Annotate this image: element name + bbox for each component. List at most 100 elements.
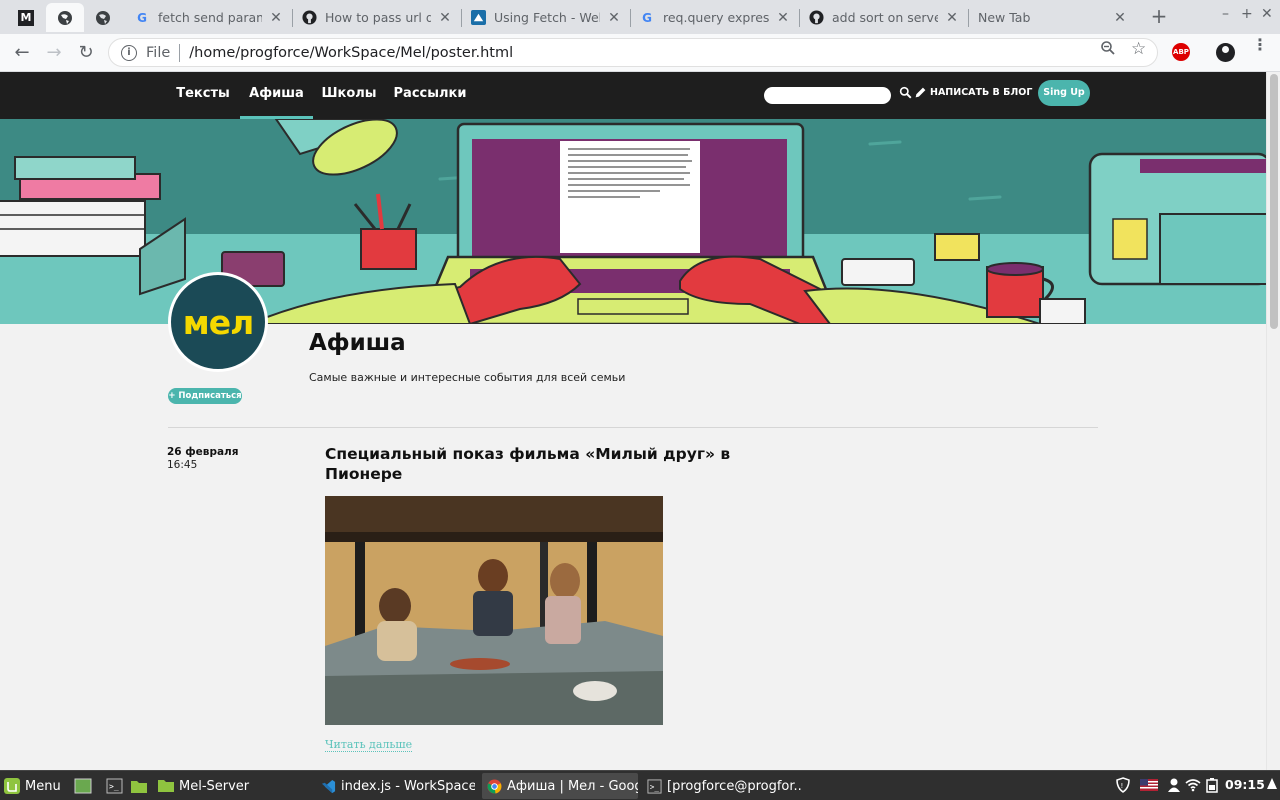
close-window-icon[interactable]: ✕ xyxy=(1261,6,1273,22)
reload-icon[interactable]: ↻ xyxy=(73,41,99,65)
close-tab-icon[interactable]: ✕ xyxy=(606,10,622,26)
taskbar-window-mel-server[interactable]: Mel-Server xyxy=(158,773,313,799)
site-search-input[interactable] xyxy=(764,87,891,104)
tab-title: How to pass url query xyxy=(325,10,431,25)
pencil-icon xyxy=(915,87,926,98)
taskbar-window-terminal[interactable]: >_ [progforce@progfor... xyxy=(646,773,802,799)
google-icon: G xyxy=(137,10,147,25)
tab-title: add sort on server xyxy=(832,10,938,25)
bookmark-star-icon[interactable]: ☆ xyxy=(1131,39,1146,59)
adblock-plus-icon[interactable]: ABP xyxy=(1172,43,1190,61)
forward-arrow-icon[interactable]: → xyxy=(41,41,67,65)
notification-icon[interactable] xyxy=(1266,777,1278,793)
svg-text:!: ! xyxy=(1121,782,1124,790)
window-title: Mel-Server xyxy=(179,778,250,794)
browser-toolbar: ← → ↻ i File /home/progforce/WorkSpace/M… xyxy=(0,34,1280,72)
taskbar-window-vscode[interactable]: index.js - WorkSpace... xyxy=(320,773,475,799)
event-image[interactable] xyxy=(325,496,663,725)
chrome-icon xyxy=(486,778,502,794)
tab-separator xyxy=(968,9,969,27)
info-icon[interactable]: i xyxy=(121,44,137,61)
page-scrollbar[interactable] xyxy=(1266,72,1280,770)
folder-icon xyxy=(158,778,174,794)
scrollbar-thumb[interactable] xyxy=(1270,74,1278,329)
tab-new-tab[interactable]: New Tab ✕ xyxy=(970,3,1136,32)
os-taskbar: Menu >_ Mel-Server index.js - WorkSpace.… xyxy=(0,770,1280,800)
page-viewport: Тексты Афиша Школы Рассылки НАПИСАТЬ В Б… xyxy=(0,72,1266,770)
terminal-icon: >_ xyxy=(646,778,662,794)
nav-afisha[interactable]: Афиша xyxy=(240,72,313,119)
new-tab-icon[interactable]: + xyxy=(1148,6,1170,28)
close-tab-icon[interactable]: ✕ xyxy=(775,10,791,26)
pinned-tab-mel[interactable]: M xyxy=(8,3,44,32)
maximize-icon[interactable]: + xyxy=(1241,6,1253,22)
vscode-icon xyxy=(320,778,336,794)
page-title: Афиша xyxy=(309,330,406,356)
pinned-tab-globe[interactable] xyxy=(85,3,121,32)
event-title[interactable]: Специальный показ фильма «Милый друг» в … xyxy=(325,445,745,484)
read-more-link[interactable]: Читать дальше xyxy=(325,738,413,752)
start-menu-button[interactable]: Menu xyxy=(4,773,66,799)
svg-text:>_: >_ xyxy=(109,782,119,791)
event-time: 16:45 xyxy=(167,459,198,471)
clock[interactable]: 09:15 xyxy=(1225,777,1265,792)
github-icon xyxy=(808,10,824,26)
tab-using-fetch[interactable]: Using Fetch - Web APIs ✕ xyxy=(462,3,630,32)
back-arrow-icon[interactable]: ← xyxy=(9,41,35,65)
write-to-blog-link[interactable]: НАПИСАТЬ В БЛОГ xyxy=(914,86,1032,99)
logo-text: мел xyxy=(182,302,255,342)
show-desktop-icon[interactable] xyxy=(74,773,94,799)
battery-icon[interactable] xyxy=(1204,777,1220,793)
google-icon: G xyxy=(642,10,652,25)
tab-title: New Tab xyxy=(978,10,1031,25)
nav-schools[interactable]: Школы xyxy=(317,72,381,119)
zoom-icon[interactable] xyxy=(1100,40,1116,60)
tab-add-sort[interactable]: add sort on server ✕ xyxy=(800,3,968,32)
globe-icon xyxy=(96,10,110,25)
address-bar[interactable]: i File /home/progforce/WorkSpace/Mel/pos… xyxy=(108,38,1158,67)
github-icon xyxy=(301,10,317,26)
close-tab-icon[interactable]: ✕ xyxy=(437,10,453,26)
address-divider xyxy=(179,43,181,62)
window-title: [progforce@progfor... xyxy=(667,778,802,794)
terminal-launcher-icon[interactable]: >_ xyxy=(106,773,126,799)
profile-avatar-icon[interactable] xyxy=(1216,43,1235,62)
address-scheme: File xyxy=(146,44,171,61)
close-tab-icon[interactable]: ✕ xyxy=(944,10,960,26)
section-divider xyxy=(168,427,1098,428)
tab-req-query-express[interactable]: G req.query express ✕ xyxy=(631,3,799,32)
mel-m-icon: M xyxy=(18,9,34,26)
user-icon[interactable] xyxy=(1166,777,1182,793)
us-flag-keyboard-icon[interactable] xyxy=(1140,777,1158,793)
nav-texts[interactable]: Тексты xyxy=(170,72,236,119)
pinned-tab-active[interactable] xyxy=(46,3,84,32)
nav-newsletters[interactable]: Рассылки xyxy=(390,72,470,119)
start-menu-label: Menu xyxy=(25,778,61,794)
address-url: /home/progforce/WorkSpace/Mel/poster.htm… xyxy=(189,44,514,61)
mel-logo: мел xyxy=(168,272,268,372)
signup-button[interactable]: Sing Up xyxy=(1038,80,1090,106)
tab-title: req.query express xyxy=(663,10,769,25)
wifi-icon[interactable] xyxy=(1185,777,1201,793)
page-description: Самые важные и интересные события для вс… xyxy=(309,371,626,384)
close-tab-icon[interactable]: ✕ xyxy=(1112,10,1128,26)
abp-label: ABP xyxy=(1173,48,1189,56)
tab-fetch-send-params[interactable]: G fetch send params ✕ xyxy=(126,3,292,32)
browser-tab-strip: M G fetch send params ✕ How to pass url … xyxy=(0,0,1280,34)
close-tab-icon[interactable]: ✕ xyxy=(268,10,284,26)
search-icon[interactable] xyxy=(899,86,912,99)
menu-kebab-icon[interactable]: ⋮ xyxy=(1252,37,1268,53)
tab-how-to-pass-url[interactable]: How to pass url query ✕ xyxy=(293,3,461,32)
subscribe-button[interactable]: + Подписаться xyxy=(168,388,242,404)
tab-title: fetch send params xyxy=(158,10,262,25)
files-launcher-icon[interactable] xyxy=(130,773,150,799)
minimize-icon[interactable]: – xyxy=(1222,6,1229,22)
write-to-blog-label: НАПИСАТЬ В БЛОГ xyxy=(930,87,1033,98)
shield-icon[interactable]: ! xyxy=(1115,777,1131,793)
window-title: index.js - WorkSpace... xyxy=(341,778,475,794)
svg-text:>_: >_ xyxy=(649,782,659,791)
taskbar-window-chrome[interactable]: Афиша | Мел - Goog... xyxy=(482,773,638,799)
tab-title: Using Fetch - Web APIs xyxy=(494,10,600,25)
event-date: 26 февраля xyxy=(167,446,239,458)
window-title: Афиша | Мел - Goog... xyxy=(507,778,638,794)
